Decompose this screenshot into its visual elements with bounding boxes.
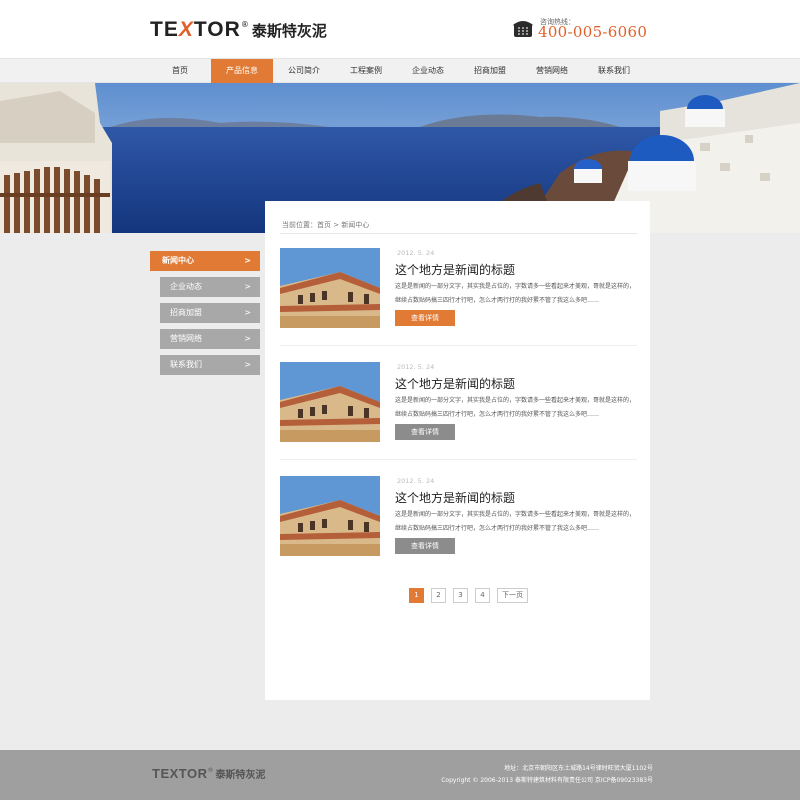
news-date: 2012. 5. 24 (397, 249, 435, 257)
site-logo[interactable]: TEXTOR ® 泰斯特灰泥 (150, 18, 327, 42)
footer-logo-chinese-name: 泰斯特灰泥 (215, 770, 266, 781)
breadcrumb: 当前位置：首页 > 新闻中心 (282, 221, 370, 229)
next-page-button[interactable]: 下一页 (497, 588, 528, 603)
nav-item-products[interactable]: 产品信息 (211, 59, 273, 83)
sidebar: 新闻中心 > 企业动态 > 招商加盟 > 营销网络 > 联系我们 > (150, 251, 260, 381)
sidebar-item-franchise[interactable]: 招商加盟 > (160, 303, 260, 323)
logo-chinese-name: 泰斯特灰泥 (251, 22, 327, 40)
view-details-button[interactable]: 查看详情 (395, 424, 455, 440)
nav-item-contact[interactable]: 联系我们 (583, 59, 645, 83)
chevron-right-icon: > (244, 334, 251, 343)
sidebar-item-contact[interactable]: 联系我们 > (160, 355, 260, 375)
news-thumbnail[interactable] (280, 476, 380, 556)
news-excerpt: 这是是新闻的一部分文字，其实我是占位的，字数请多一些看起来才美观，哥就是这样的，… (395, 280, 640, 308)
divider (280, 459, 637, 460)
telephone-icon (513, 21, 533, 37)
main-nav: 首页 产品信息 公司简介 工程案例 企业动态 招商加盟 营销网络 联系我们 (0, 58, 800, 83)
building-image (280, 476, 380, 556)
news-excerpt-line: 继续占数贴码搞三四行才行吧，怎么才两行打的我好累不管了我这么多吧…… (395, 411, 600, 418)
logo-registered-mark: ® (240, 20, 249, 29)
footer-address: 地址：北京市朝阳区东土城路14号律时旺贸大厦1102号 (504, 765, 653, 772)
header: TEXTOR ® 泰斯特灰泥 咨询热线： 400-005-6060 (0, 0, 800, 58)
logo-wordmark: TEXTOR (150, 18, 241, 41)
news-item: 2012. 5. 24 这个地方是新闻的标题 这是是新闻的一部分文字，其实我是占… (280, 476, 637, 590)
sidebar-item-network[interactable]: 营销网络 > (160, 329, 260, 349)
chevron-right-icon: > (244, 256, 251, 265)
page-button-4[interactable]: 4 (475, 588, 490, 603)
building-image (280, 362, 380, 442)
footer-copyright: Copyright © 2006-2013 泰斯特建筑材料有限责任公司 京ICP… (441, 777, 653, 784)
view-details-button[interactable]: 查看详情 (395, 310, 455, 326)
news-excerpt-line: 继续占数贴码搞三四行才行吧，怎么才两行打的我好累不管了我这么多吧…… (395, 525, 600, 532)
nav-item-about[interactable]: 公司简介 (273, 59, 335, 83)
sidebar-item-news-center[interactable]: 新闻中心 > (150, 251, 260, 271)
news-excerpt-line: 这是是新闻的一部分文字，其实我是占位的，字数请多一些看起来才美观，哥就是这样的， (395, 397, 636, 404)
sidebar-item-label: 招商加盟 (170, 308, 202, 317)
page-button-3[interactable]: 3 (453, 588, 468, 603)
chevron-right-icon: > (244, 308, 251, 317)
news-excerpt-line: 这是是新闻的一部分文字，其实我是占位的，字数请多一些看起来才美观，哥就是这样的， (395, 511, 636, 518)
news-title[interactable]: 这个地方是新闻的标题 (395, 375, 515, 392)
view-details-button[interactable]: 查看详情 (395, 538, 455, 554)
sidebar-item-label: 联系我们 (170, 360, 202, 369)
content-panel: 当前位置：首页 > 新闻中心 2012. 5. 24 这个地方是新闻的标题 这是… (265, 201, 650, 700)
footer-logo: TEXTOR ® 泰斯特灰泥 (152, 766, 266, 781)
pagination: 1 2 3 4 下一页 (409, 588, 528, 603)
news-thumbnail[interactable] (280, 362, 380, 442)
sidebar-item-company-news[interactable]: 企业动态 > (160, 277, 260, 297)
building-image (280, 248, 380, 328)
news-excerpt-line: 继续占数贴码搞三四行才行吧，怎么才两行打的我好累不管了我这么多吧…… (395, 297, 600, 304)
news-excerpt-line: 这是是新闻的一部分文字，其实我是占位的，字数请多一些看起来才美观，哥就是这样的， (395, 283, 636, 290)
news-excerpt: 这是是新闻的一部分文字，其实我是占位的，字数请多一些看起来才美观，哥就是这样的，… (395, 394, 640, 422)
chevron-right-icon: > (244, 282, 251, 291)
nav-item-news[interactable]: 企业动态 (397, 59, 459, 83)
nav-item-cases[interactable]: 工程案例 (335, 59, 397, 83)
news-title[interactable]: 这个地方是新闻的标题 (395, 489, 515, 506)
divider (280, 345, 637, 346)
page-button-2[interactable]: 2 (431, 588, 446, 603)
sidebar-item-label: 企业动态 (170, 282, 202, 291)
nav-item-franchise[interactable]: 招商加盟 (459, 59, 521, 83)
page-button-1[interactable]: 1 (409, 588, 424, 603)
sidebar-item-label: 新闻中心 (162, 256, 194, 265)
divider (280, 233, 637, 234)
nav-item-network[interactable]: 营销网络 (521, 59, 583, 83)
nav-item-home[interactable]: 首页 (149, 59, 211, 83)
news-thumbnail[interactable] (280, 248, 380, 328)
hotline-number: 400-005-6060 (538, 23, 648, 41)
news-excerpt: 这是是新闻的一部分文字，其实我是占位的，字数请多一些看起来才美观，哥就是这样的，… (395, 508, 640, 536)
chevron-right-icon: > (244, 360, 251, 369)
news-title[interactable]: 这个地方是新闻的标题 (395, 261, 515, 278)
footer-logo-wordmark: TEXTOR (152, 766, 208, 781)
news-date: 2012. 5. 24 (397, 477, 435, 485)
footer-logo-registered-mark: ® (207, 767, 214, 774)
footer: TEXTOR ® 泰斯特灰泥 地址：北京市朝阳区东土城路14号律时旺贸大厦110… (0, 750, 800, 800)
news-date: 2012. 5. 24 (397, 363, 435, 371)
nav-list: 首页 产品信息 公司简介 工程案例 企业动态 招商加盟 营销网络 联系我们 (149, 59, 645, 83)
sidebar-item-label: 营销网络 (170, 334, 202, 343)
